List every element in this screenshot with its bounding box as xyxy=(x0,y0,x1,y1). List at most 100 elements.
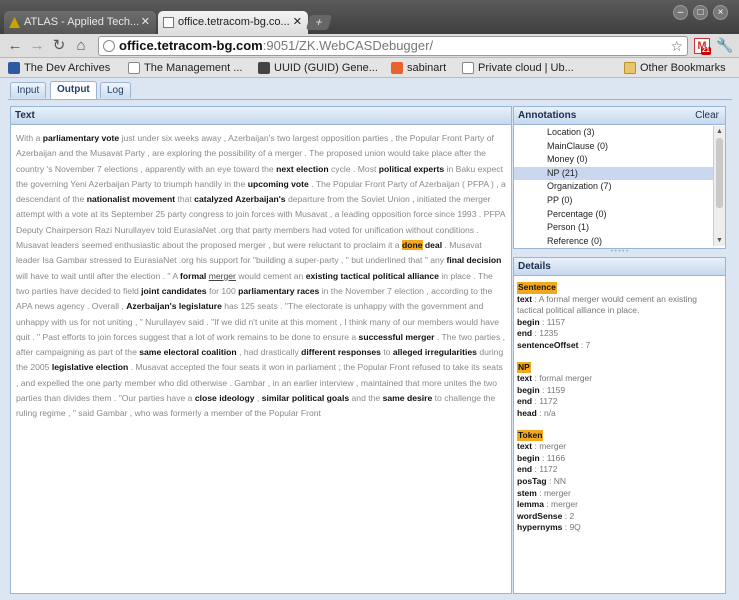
annotation-type-item[interactable]: Reference (0) xyxy=(514,235,714,246)
annotated-phrase[interactable]: upcoming vote xyxy=(248,179,309,189)
new-tab-button[interactable]: + xyxy=(305,15,333,30)
annotation-type-item[interactable]: Money (0) xyxy=(514,153,714,167)
annotated-phrase[interactable]: parliamentary races xyxy=(238,286,319,296)
annotated-phrase[interactable]: final decision xyxy=(446,255,501,265)
field-key: end xyxy=(517,396,533,407)
annotated-phrase[interactable]: alleged irregularities xyxy=(393,347,477,357)
annotated-phrase[interactable]: catalyzed xyxy=(194,194,233,204)
annotated-phrase[interactable]: same electoral coalition xyxy=(139,347,236,357)
browser-tab-title: office.tetracom-bg.co... xyxy=(178,16,290,28)
folder-icon xyxy=(624,62,636,74)
bookmark-item[interactable]: The Management ... xyxy=(128,58,254,78)
bookmark-item[interactable]: Private cloud | Ub... xyxy=(462,58,586,78)
highlighted-token[interactable]: done xyxy=(401,240,423,251)
annotation-type-item[interactable]: NP (21) xyxy=(514,166,714,181)
bookmark-item[interactable]: UUID (GUID) Gene... xyxy=(258,58,386,78)
annotation-type-item[interactable]: Percentage (0) xyxy=(514,208,714,222)
close-icon[interactable]: ✕ xyxy=(293,11,302,34)
bookmark-star-icon[interactable]: ☆ xyxy=(670,37,683,55)
text-segment: and the xyxy=(349,393,383,404)
text-segment: cycle . Most xyxy=(328,163,379,174)
annotated-phrase[interactable]: Azerbaijan's legislature xyxy=(126,301,222,311)
clear-button[interactable]: Clear xyxy=(695,107,719,125)
detail-field: head : n/a xyxy=(517,407,556,418)
detail-field: begin : 1157 xyxy=(517,316,566,327)
section-heading: Token xyxy=(517,429,544,442)
other-bookmarks-label: Other Bookmarks xyxy=(640,62,726,74)
detail-field: begin : 1159 xyxy=(517,384,566,395)
bookmark-label: The Dev Archives xyxy=(24,62,111,74)
field-key: text xyxy=(517,293,533,304)
tab-log[interactable]: Log xyxy=(100,82,131,98)
annotated-phrase[interactable]: legislative election xyxy=(52,362,128,372)
annotated-phrase[interactable]: similar political goals xyxy=(262,393,349,403)
annotated-phrase[interactable]: next election xyxy=(276,164,329,174)
tab-output[interactable]: Output xyxy=(50,81,97,99)
text-segment: to xyxy=(380,347,393,358)
annotated-phrase[interactable]: successful merger xyxy=(359,332,435,342)
annotated-phrase[interactable]: parliamentary vote xyxy=(43,133,119,143)
close-window-icon[interactable]: × xyxy=(713,5,728,20)
annotation-type-item[interactable]: MainClause (0) xyxy=(514,140,714,154)
annotated-phrase[interactable]: formal xyxy=(180,271,206,281)
forward-arrow-icon[interactable]: → xyxy=(28,37,46,55)
wrench-icon[interactable]: 🔧 xyxy=(716,37,733,54)
field-value: 1172 xyxy=(539,464,558,475)
back-arrow-icon[interactable]: ← xyxy=(6,37,24,55)
annotation-type-item[interactable]: PP (0) xyxy=(514,194,714,208)
home-icon[interactable]: ⌂ xyxy=(72,37,90,55)
page-favicon-icon xyxy=(163,17,174,28)
annotations-panel-header: Annotations Clear xyxy=(514,107,725,125)
bookmark-item[interactable]: The Dev Archives xyxy=(8,58,128,78)
browser-tab-debugger[interactable]: office.tetracom-bg.co... ✕ xyxy=(158,11,308,34)
detail-field: stem : merger xyxy=(517,487,571,498)
tab-input[interactable]: Input xyxy=(10,82,47,98)
annotated-phrase[interactable]: political experts xyxy=(379,164,444,174)
annotated-phrase[interactable]: deal xyxy=(425,240,442,250)
browser-tab-atlas[interactable]: ATLAS - Applied Tech... ✕ xyxy=(4,11,156,34)
annotation-type-item[interactable]: Organization (7) xyxy=(514,180,714,194)
annotation-type-item[interactable]: Person (1) xyxy=(514,221,714,235)
annotation-type-item[interactable]: Location (3) xyxy=(514,126,714,140)
bookmark-label: The Management ... xyxy=(144,62,243,74)
scroll-up-icon[interactable]: ▲ xyxy=(714,126,725,137)
annotated-phrase[interactable]: close ideology xyxy=(195,393,255,403)
reload-icon[interactable]: ↻ xyxy=(50,37,68,55)
close-icon[interactable]: ✕ xyxy=(141,11,150,34)
field-value: 1157 xyxy=(546,316,566,327)
annotated-phrase[interactable]: different responses xyxy=(301,347,381,357)
field-value: 2 xyxy=(569,510,575,521)
detail-field: hypernyms : 9Q xyxy=(517,522,581,533)
field-key: wordSense xyxy=(517,510,563,521)
field-key: head xyxy=(517,407,537,418)
maximize-icon[interactable]: □ xyxy=(693,5,708,20)
other-bookmarks[interactable]: Other Bookmarks xyxy=(624,58,736,78)
annotated-phrase[interactable]: existing tactical political alliance xyxy=(306,271,439,281)
selected-token[interactable]: merger xyxy=(209,271,236,281)
text-segment: , had drastically xyxy=(236,347,302,358)
field-key: end xyxy=(517,464,533,475)
annotated-phrase[interactable]: joint candidates xyxy=(141,286,206,296)
scrollbar-thumb[interactable] xyxy=(716,138,723,208)
address-bar[interactable]: office.tetracom-bg.com:9051/ZK.WebCASDeb… xyxy=(98,36,688,56)
annotated-phrase[interactable]: Azerbaijan's xyxy=(235,194,285,204)
field-value: NN xyxy=(553,475,566,486)
page-info-icon xyxy=(103,40,115,52)
document-text[interactable]: With a parliamentary vote just under six… xyxy=(11,125,511,428)
text-segment: that xyxy=(175,194,195,205)
bookmark-item[interactable]: sabinart xyxy=(391,58,465,78)
annotated-phrase[interactable]: same desire xyxy=(383,393,433,403)
gmail-icon[interactable]: M 21 xyxy=(694,38,711,55)
tab-divider xyxy=(8,99,732,100)
scroll-down-icon[interactable]: ▼ xyxy=(714,235,725,246)
annotation-type-list[interactable]: Location (3) MainClause (0) Money (0) NP (2… xyxy=(514,126,714,246)
url-host: office.tetracom-bg.com xyxy=(119,38,263,53)
bookmark-favicon-icon xyxy=(258,62,270,74)
field-key: end xyxy=(517,328,533,339)
bookmark-label: sabinart xyxy=(407,62,447,74)
annotated-phrase[interactable]: nationalist movement xyxy=(87,194,175,204)
annotation-list-scrollbar[interactable]: ▲ ▼ xyxy=(713,126,725,246)
detail-field: text : merger xyxy=(517,441,567,452)
minimize-icon[interactable]: – xyxy=(673,5,688,20)
panel-splitter[interactable]: • • • • • xyxy=(513,249,726,255)
